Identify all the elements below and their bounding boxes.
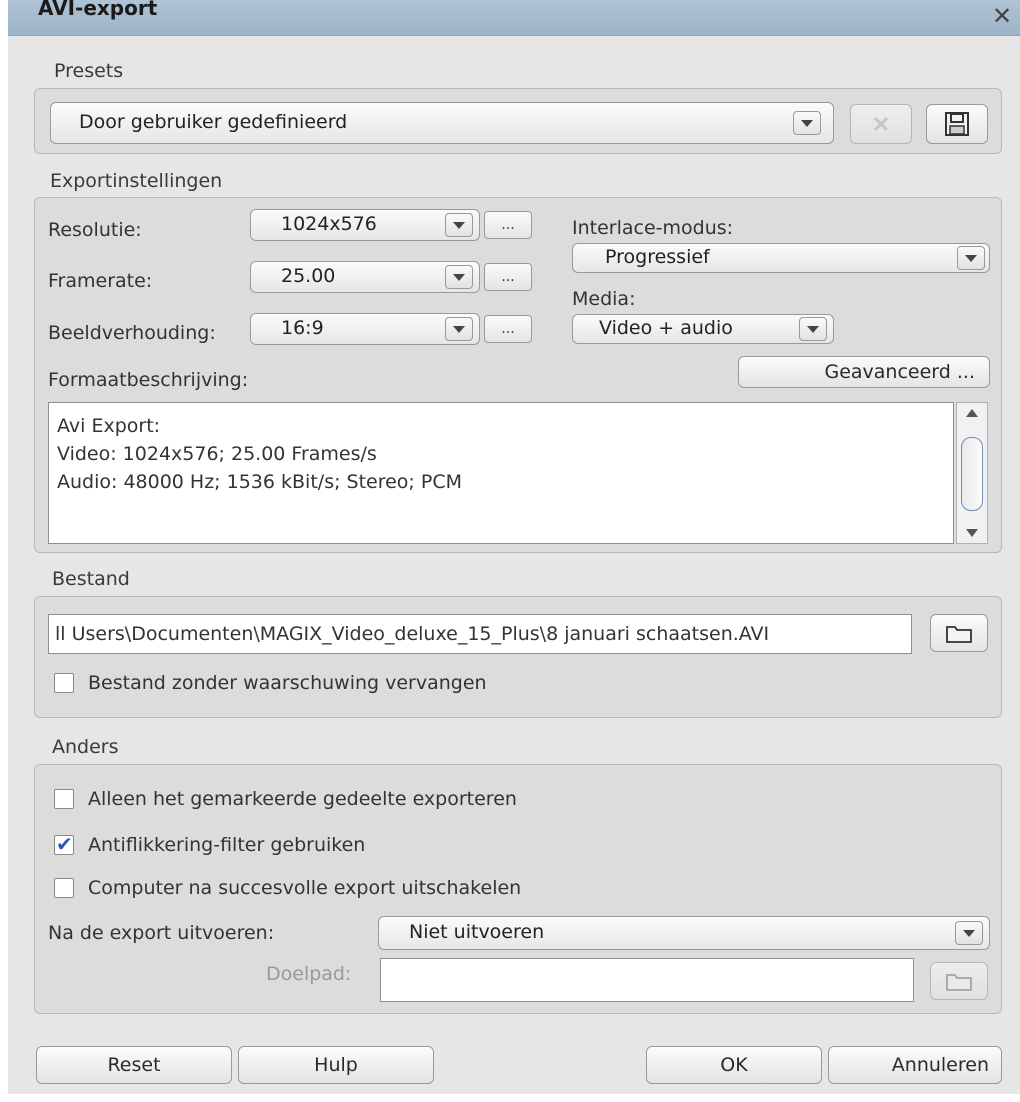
framerate-value: 25.00 bbox=[281, 265, 336, 287]
framerate-label: Framerate: bbox=[48, 270, 153, 292]
save-preset-button[interactable] bbox=[926, 104, 988, 144]
close-icon[interactable]: ✕ bbox=[992, 2, 1012, 30]
presets-section-label: Presets bbox=[54, 60, 124, 82]
scroll-up-icon[interactable] bbox=[966, 409, 978, 417]
dialog-title: AVI-export bbox=[38, 0, 158, 20]
help-button[interactable]: Hulp bbox=[238, 1046, 434, 1084]
after-export-label: Na de export uitvoeren: bbox=[48, 922, 275, 944]
browse-file-button[interactable] bbox=[930, 614, 988, 652]
format-description-box: Avi Export: Video: 1024x576; 25.00 Frame… bbox=[48, 402, 954, 544]
interlace-select[interactable]: Progressief bbox=[572, 243, 990, 273]
file-path-input[interactable]: ll Users\Documenten\MAGIX_Video_deluxe_1… bbox=[48, 614, 912, 654]
export-section-label: Exportinstellingen bbox=[50, 170, 223, 192]
avi-export-dialog: AVI-export ✕ Presets Door gebruiker gede… bbox=[0, 0, 1020, 1102]
folder-icon bbox=[946, 626, 972, 643]
overwrite-checkbox[interactable] bbox=[54, 673, 74, 693]
aspect-ratio-more-button[interactable]: ... bbox=[484, 315, 532, 343]
shutdown-checkbox[interactable] bbox=[54, 878, 74, 898]
after-export-value: Niet uitvoeren bbox=[409, 921, 545, 943]
format-line-3: Audio: 48000 Hz; 1536 kBit/s; Stereo; PC… bbox=[57, 471, 462, 493]
ok-button[interactable]: OK bbox=[646, 1046, 822, 1084]
save-floppy-icon bbox=[945, 112, 969, 136]
chevron-down-icon[interactable] bbox=[445, 213, 473, 237]
chevron-down-icon[interactable] bbox=[445, 317, 473, 341]
file-section-label: Bestand bbox=[52, 568, 130, 590]
cancel-button[interactable]: Annuleren bbox=[828, 1046, 1002, 1084]
scrollbar-thumb[interactable] bbox=[961, 437, 983, 511]
chevron-down-icon[interactable] bbox=[957, 246, 985, 270]
resolution-label: Resolutie: bbox=[48, 219, 142, 241]
chevron-down-icon[interactable] bbox=[445, 265, 473, 289]
reset-button[interactable]: Reset bbox=[36, 1046, 232, 1084]
chevron-down-icon[interactable] bbox=[793, 111, 821, 135]
resolution-value: 1024x576 bbox=[281, 213, 377, 235]
delete-preset-button[interactable] bbox=[850, 104, 912, 144]
scroll-down-icon[interactable] bbox=[966, 529, 978, 537]
shutdown-label: Computer na succesvolle export uitschake… bbox=[88, 877, 522, 899]
media-select[interactable]: Video + audio bbox=[572, 314, 834, 344]
format-line-1: Avi Export: bbox=[57, 415, 161, 437]
only-selected-checkbox[interactable] bbox=[54, 789, 74, 809]
delete-preset-icon bbox=[873, 116, 889, 132]
media-value: Video + audio bbox=[599, 317, 733, 339]
aspect-ratio-value: 16:9 bbox=[281, 317, 324, 339]
chevron-down-icon[interactable] bbox=[955, 921, 983, 945]
resolution-select[interactable]: 1024x576 bbox=[250, 209, 480, 241]
other-section-label: Anders bbox=[52, 736, 119, 758]
after-export-select[interactable]: Niet uitvoeren bbox=[378, 916, 990, 950]
media-label: Media: bbox=[572, 288, 636, 310]
advanced-button[interactable]: Geavanceerd ... bbox=[738, 356, 990, 388]
only-selected-label: Alleen het gemarkeerde gedeelte exporter… bbox=[88, 788, 517, 810]
interlace-label: Interlace-modus: bbox=[572, 217, 734, 239]
preset-select-value: Door gebruiker gedefinieerd bbox=[79, 111, 348, 133]
aspect-ratio-label: Beeldverhouding: bbox=[48, 322, 216, 344]
resolution-more-button[interactable]: ... bbox=[484, 211, 532, 239]
aspect-ratio-select[interactable]: 16:9 bbox=[250, 313, 480, 345]
antiflicker-label: Antiflikkering-filter gebruiken bbox=[88, 834, 366, 856]
target-path-input[interactable] bbox=[380, 958, 914, 1002]
framerate-more-button[interactable]: ... bbox=[484, 263, 532, 291]
chevron-down-icon[interactable] bbox=[799, 317, 827, 341]
browse-target-button[interactable] bbox=[930, 962, 988, 1000]
format-scrollbar[interactable] bbox=[956, 402, 988, 544]
format-line-2: Video: 1024x576; 25.00 Frames/s bbox=[57, 443, 377, 465]
title-bar: AVI-export ✕ bbox=[8, 0, 1020, 36]
target-path-label: Doelpad: bbox=[266, 963, 352, 985]
overwrite-label: Bestand zonder waarschuwing vervangen bbox=[88, 672, 487, 694]
interlace-value: Progressief bbox=[605, 246, 710, 268]
preset-select[interactable]: Door gebruiker gedefinieerd bbox=[50, 102, 834, 144]
folder-icon bbox=[946, 974, 972, 991]
antiflicker-checkbox[interactable]: ✔ bbox=[54, 832, 74, 856]
framerate-select[interactable]: 25.00 bbox=[250, 261, 480, 293]
file-path-value: ll Users\Documenten\MAGIX_Video_deluxe_1… bbox=[55, 623, 770, 645]
format-description-label: Formaatbeschrijving: bbox=[48, 369, 249, 391]
checkmark-icon: ✔ bbox=[56, 832, 73, 856]
